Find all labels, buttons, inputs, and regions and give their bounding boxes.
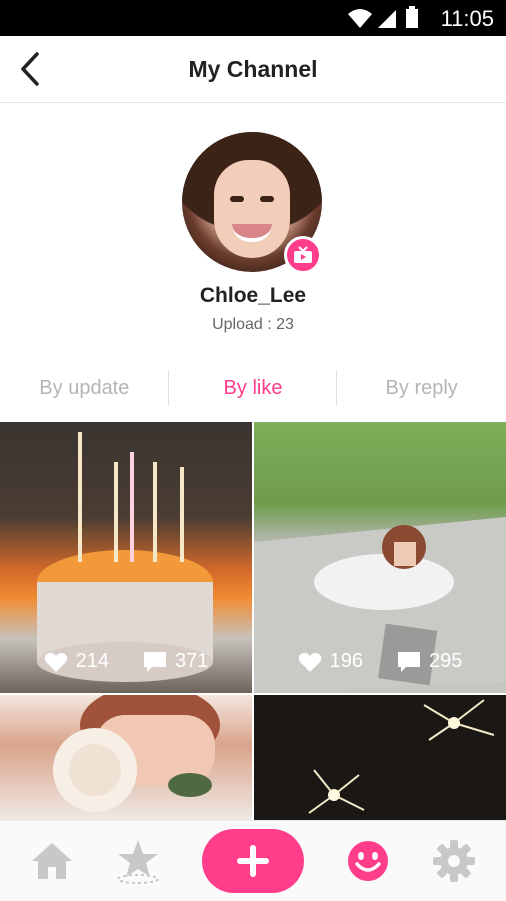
- tab-by-like[interactable]: By like: [169, 358, 338, 420]
- like-count[interactable]: 196: [298, 650, 363, 673]
- status-time: 11:05: [440, 6, 494, 31]
- comment-icon: [144, 651, 166, 672]
- gear-icon: [433, 840, 475, 882]
- add-post-button[interactable]: [202, 829, 304, 893]
- heart-icon: [298, 652, 321, 672]
- tv-icon: [294, 246, 312, 263]
- post-grid: 214 371 196 295: [0, 422, 506, 820]
- post-tile-cake[interactable]: 214 371: [0, 422, 252, 693]
- sort-tabs: By update By like By reply: [0, 358, 506, 420]
- comment-count-text: 371: [175, 650, 209, 672]
- upload-count: Upload : 23: [212, 316, 294, 333]
- post-tile-grass[interactable]: 196 295: [254, 422, 506, 693]
- back-button[interactable]: [8, 42, 52, 96]
- home-icon: [32, 843, 72, 879]
- post-tile-rose[interactable]: [0, 695, 252, 820]
- signal-icon: [378, 10, 396, 28]
- like-count-text: 214: [75, 650, 109, 672]
- profile-section: Chloe_Lee Upload : 23: [0, 102, 506, 358]
- star-icon: [117, 840, 159, 884]
- like-count[interactable]: 214: [44, 650, 109, 673]
- status-icons: [346, 6, 426, 30]
- comment-icon: [398, 651, 420, 672]
- sparkler-image: [308, 699, 495, 814]
- app-bar: My Channel: [0, 36, 506, 103]
- comment-count[interactable]: 295: [397, 650, 462, 673]
- tab-label: By reply: [385, 377, 458, 399]
- nav-settings-button[interactable]: [428, 835, 480, 887]
- nav-home-button[interactable]: [26, 835, 78, 887]
- battery-icon: [406, 6, 418, 28]
- wifi-icon: [348, 9, 372, 28]
- like-count-text: 196: [329, 650, 363, 672]
- nav-my-channel-button[interactable]: [342, 835, 394, 887]
- tab-by-reply[interactable]: By reply: [337, 358, 506, 420]
- tab-by-update[interactable]: By update: [0, 358, 169, 420]
- comment-count-text: 295: [429, 650, 463, 672]
- page-title: My Channel: [188, 56, 318, 82]
- bottom-nav: [0, 820, 506, 901]
- rose-image: [53, 695, 220, 812]
- heart-icon: [44, 652, 67, 672]
- post-stats: 196 295: [254, 650, 506, 673]
- post-tile-sparkler[interactable]: [254, 695, 506, 820]
- comment-count[interactable]: 371: [143, 650, 208, 673]
- chevron-left-icon: [21, 52, 39, 86]
- channel-badge[interactable]: [284, 236, 322, 274]
- tab-label: By update: [39, 377, 130, 399]
- post-stats: 214 371: [0, 650, 252, 673]
- plus-icon: [237, 845, 269, 877]
- status-bar: 11:05: [0, 0, 506, 36]
- smiley-icon: [348, 841, 388, 881]
- username: Chloe_Lee: [199, 284, 307, 307]
- tab-label: By like: [223, 377, 283, 399]
- nav-star-button[interactable]: [112, 835, 164, 887]
